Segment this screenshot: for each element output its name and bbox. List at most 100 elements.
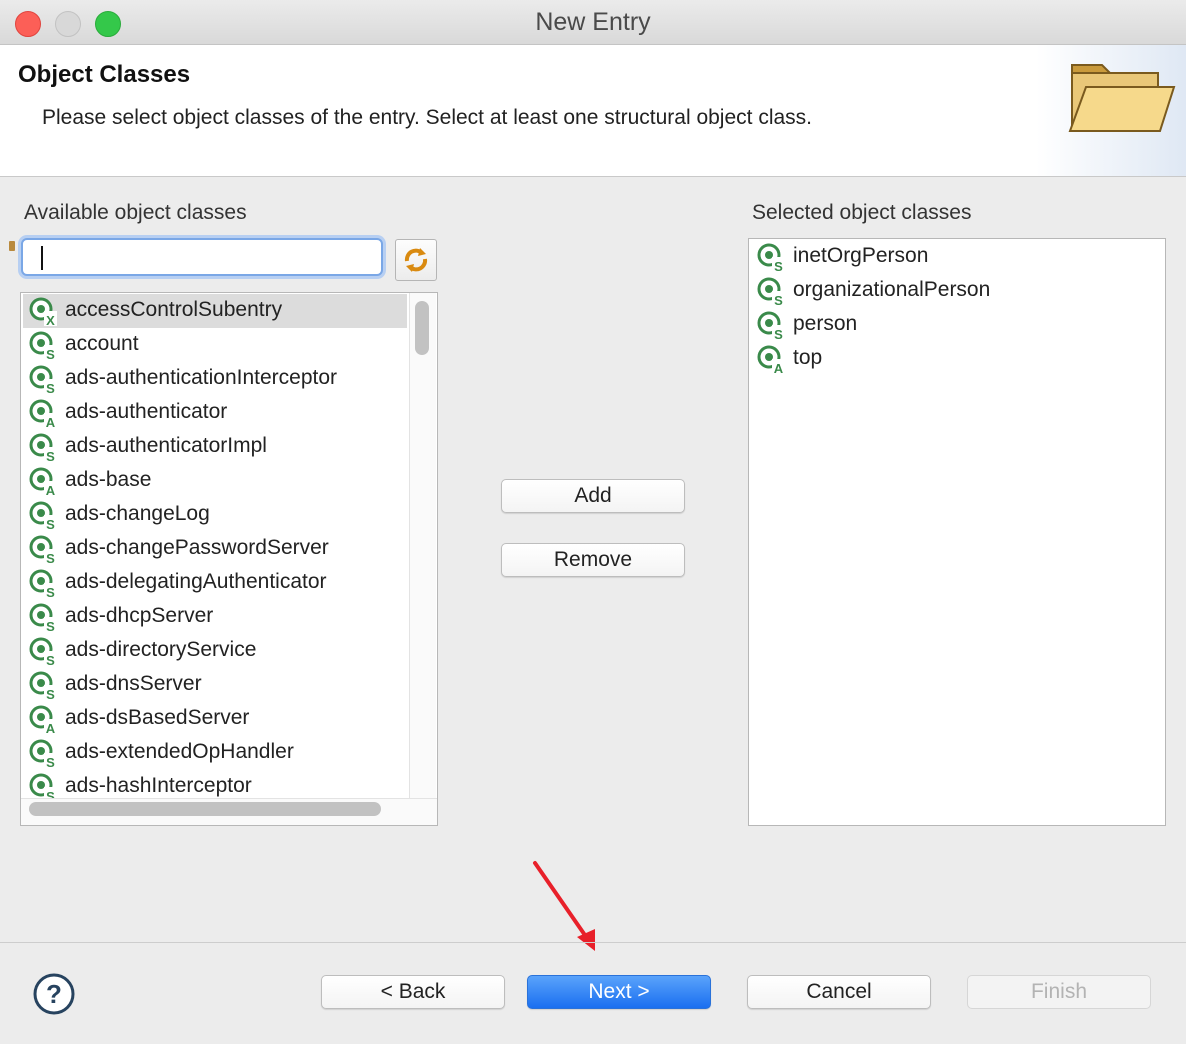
list-item[interactable]: Sads-dnsServer [23, 668, 407, 702]
list-item[interactable]: Aads-authenticator [23, 396, 407, 430]
svg-text:S: S [46, 517, 55, 531]
list-item-label: ads-authenticatorImpl [65, 434, 267, 457]
next-button[interactable]: Next > [527, 975, 711, 1009]
object-class-icon: S [29, 671, 57, 701]
svg-text:A: A [46, 721, 56, 735]
list-item[interactable]: Sads-dhcpServer [23, 600, 407, 634]
svg-text:A: A [774, 361, 784, 375]
list-item[interactable]: Sads-changeLog [23, 498, 407, 532]
list-item[interactable]: Sads-directoryService [23, 634, 407, 668]
vertical-scrollbar[interactable] [409, 293, 436, 798]
list-item-label: ads-directoryService [65, 638, 257, 661]
filter-decoration-icon [9, 241, 15, 251]
svg-text:S: S [46, 449, 55, 463]
list-item-label: ads-dsBasedServer [65, 706, 250, 729]
back-button[interactable]: < Back [321, 975, 505, 1009]
window-title: New Entry [535, 8, 651, 36]
object-class-icon: S [29, 365, 57, 395]
list-item[interactable]: SinetOrgPerson [751, 240, 1135, 274]
list-item[interactable]: Aads-dsBasedServer [23, 702, 407, 736]
object-class-icon: A [29, 399, 57, 429]
page-title: Object Classes [18, 61, 191, 88]
svg-text:S: S [774, 259, 783, 273]
object-class-icon: S [29, 569, 57, 599]
page-description: Please select object classes of the entr… [42, 106, 812, 129]
list-item-label: account [65, 332, 139, 355]
object-class-icon: S [29, 535, 57, 565]
svg-text:S: S [46, 347, 55, 361]
window-titlebar: New Entry [0, 0, 1186, 45]
object-class-icon: S [757, 277, 785, 307]
list-item[interactable]: XaccessControlSubentry [23, 294, 407, 328]
list-item-label: accessControlSubentry [65, 298, 283, 321]
list-item[interactable]: SorganizationalPerson [751, 274, 1135, 308]
horizontal-scroll-thumb[interactable] [29, 802, 381, 816]
object-class-icon: S [29, 603, 57, 633]
selected-classes-label: Selected object classes [752, 201, 972, 224]
object-class-icon: S [29, 637, 57, 667]
object-class-icon: A [29, 467, 57, 497]
folder-icon [1068, 64, 1176, 132]
svg-text:S: S [46, 585, 55, 599]
remove-button[interactable]: Remove [501, 543, 685, 577]
wizard-header: Object Classes Please select object clas… [0, 45, 1186, 177]
svg-text:S: S [46, 653, 55, 667]
list-item-label: ads-extendedOpHandler [65, 740, 294, 763]
object-class-icon: S [29, 739, 57, 769]
object-class-icon: S [757, 311, 785, 341]
selected-classes-list[interactable]: SinetOrgPerson SorganizationalPerson Spers… [748, 238, 1166, 826]
svg-text:A: A [46, 415, 56, 429]
list-item[interactable]: Aads-base [23, 464, 407, 498]
footer-divider [0, 942, 1186, 943]
list-item-label: ads-changePasswordServer [65, 536, 329, 559]
list-item-label: inetOrgPerson [793, 244, 929, 267]
list-item-label: ads-dhcpServer [65, 604, 214, 627]
svg-text:S: S [46, 755, 55, 769]
list-item-label: ads-dnsServer [65, 672, 202, 695]
object-class-icon: S [29, 433, 57, 463]
svg-text:S: S [46, 619, 55, 633]
refresh-icon [404, 248, 428, 272]
list-item[interactable]: Atop [751, 342, 1135, 376]
list-item-label: person [793, 312, 858, 335]
annotation-arrow-icon [533, 861, 595, 951]
list-item-label: organizationalPerson [793, 278, 991, 301]
list-item-label: ads-delegatingAuthenticator [65, 570, 327, 593]
list-item-label: ads-changeLog [65, 502, 210, 525]
cancel-button[interactable]: Cancel [747, 975, 931, 1009]
list-item[interactable]: Sads-extendedOpHandler [23, 736, 407, 770]
refresh-button[interactable] [395, 239, 437, 281]
list-item-label: ads-base [65, 468, 152, 491]
list-item[interactable]: Sperson [751, 308, 1135, 342]
object-class-icon: A [757, 345, 785, 375]
add-button[interactable]: Add [501, 479, 685, 513]
list-item-label: top [793, 346, 823, 369]
object-class-icon: X [29, 297, 57, 327]
svg-text:?: ? [46, 979, 62, 1009]
svg-text:S: S [46, 687, 55, 701]
list-item-label: ads-authenticator [65, 400, 228, 423]
list-item[interactable]: Sads-authenticatorImpl [23, 430, 407, 464]
object-class-icon: S [757, 243, 785, 273]
vertical-scroll-thumb[interactable] [415, 301, 429, 355]
object-class-icon: S [29, 331, 57, 361]
list-item[interactable]: Sads-authenticationInterceptor [23, 362, 407, 396]
list-item[interactable]: Sads-delegatingAuthenticator [23, 566, 407, 600]
available-classes-label: Available object classes [24, 201, 247, 224]
list-item[interactable]: Saccount [23, 328, 407, 362]
filter-input[interactable] [21, 238, 383, 276]
object-class-icon: A [29, 705, 57, 735]
list-item-label: ads-authenticationInterceptor [65, 366, 338, 389]
help-icon[interactable]: ? [32, 972, 76, 1016]
svg-text:X: X [46, 313, 55, 327]
finish-button[interactable]: Finish [967, 975, 1151, 1009]
list-item-label: ads-hashInterceptor [65, 774, 252, 797]
svg-text:S: S [46, 551, 55, 565]
svg-text:S: S [774, 327, 783, 341]
svg-text:S: S [774, 293, 783, 307]
object-class-icon: S [29, 501, 57, 531]
available-classes-list[interactable]: XaccessControlSubentry Saccount Sads-authe… [20, 292, 438, 826]
list-item[interactable]: Sads-changePasswordServer [23, 532, 407, 566]
svg-text:S: S [46, 381, 55, 395]
svg-text:A: A [46, 483, 56, 497]
